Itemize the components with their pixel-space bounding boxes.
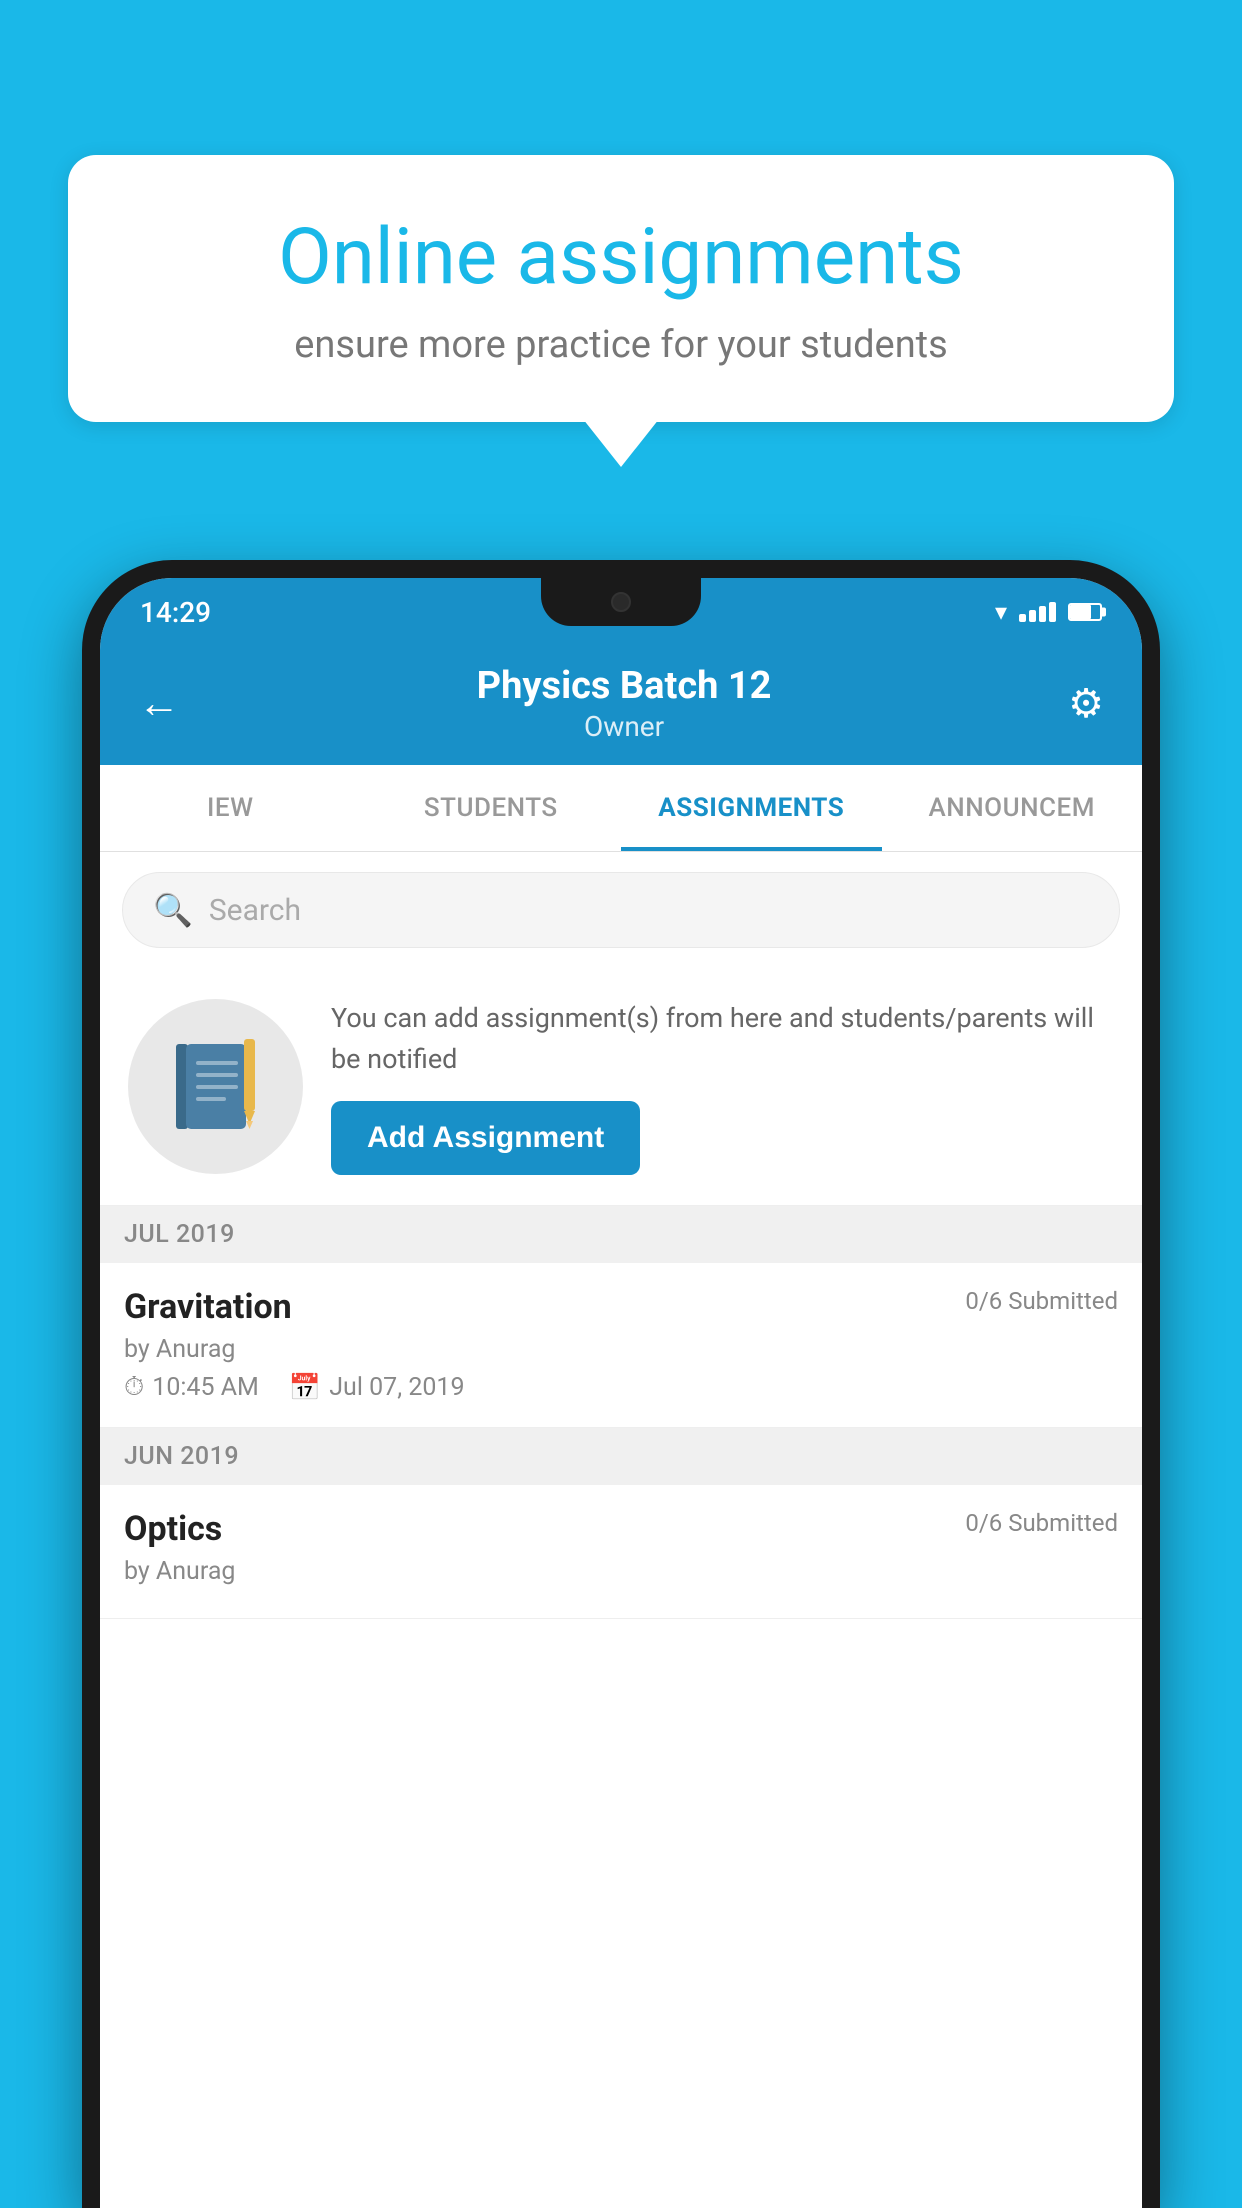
assignment-time-gravitation: 10:45 AM — [152, 1373, 259, 1402]
tab-students-label: STUDENTS — [424, 793, 558, 823]
camera-notch — [611, 592, 631, 612]
batch-title: Physics Batch 12 — [477, 664, 772, 708]
assignment-submitted-gravitation: 0/6 Submitted — [965, 1287, 1118, 1315]
tab-iew-label: IEW — [207, 793, 253, 823]
tab-assignments[interactable]: ASSIGNMENTS — [621, 765, 882, 851]
add-assignment-button[interactable]: Add Assignment — [331, 1101, 640, 1175]
tab-assignments-label: ASSIGNMENTS — [658, 793, 844, 823]
search-placeholder: Search — [209, 893, 301, 928]
phone-frame: 14:29 ▾ ← Physics Batch 12 — [82, 560, 1160, 2208]
assignment-item-gravitation[interactable]: Gravitation 0/6 Submitted by Anurag ⏱ 10… — [100, 1263, 1142, 1428]
search-icon: 🔍 — [153, 891, 193, 929]
meta-date-gravitation: 📅 Jul 07, 2019 — [289, 1373, 465, 1403]
settings-button[interactable]: ⚙ — [1068, 680, 1104, 727]
tab-announcements[interactable]: ANNOUNCEM — [882, 765, 1143, 851]
promo-text-section: You can add assignment(s) from here and … — [331, 998, 1114, 1175]
section-header-jun: JUN 2019 — [100, 1428, 1142, 1485]
back-button[interactable]: ← — [138, 679, 180, 728]
speech-bubble-subtitle: ensure more practice for your students — [138, 323, 1104, 367]
assignment-row-top: Gravitation 0/6 Submitted — [124, 1287, 1118, 1327]
clock-icon: ⏱ — [124, 1372, 144, 1403]
promo-description: You can add assignment(s) from here and … — [331, 998, 1114, 1079]
tab-announcements-label: ANNOUNCEM — [929, 793, 1095, 823]
app-header: ← Physics Batch 12 Owner ⚙ — [100, 646, 1142, 765]
assignment-item-optics[interactable]: Optics 0/6 Submitted by Anurag — [100, 1485, 1142, 1619]
signal-icon — [1019, 602, 1056, 622]
speech-bubble: Online assignments ensure more practice … — [68, 155, 1174, 422]
assignment-author-gravitation: by Anurag — [124, 1335, 1118, 1364]
assignment-row-top-optics: Optics 0/6 Submitted — [124, 1509, 1118, 1549]
speech-bubble-section: Online assignments ensure more practice … — [68, 155, 1174, 422]
assignment-title-gravitation: Gravitation — [124, 1287, 292, 1327]
notch — [541, 578, 701, 626]
assignment-meta-gravitation: ⏱ 10:45 AM 📅 Jul 07, 2019 — [124, 1372, 1118, 1403]
promo-section: You can add assignment(s) from here and … — [100, 968, 1142, 1206]
assignment-title-optics: Optics — [124, 1509, 222, 1549]
content-area: 🔍 Search — [100, 852, 1142, 2208]
meta-time-gravitation: ⏱ 10:45 AM — [124, 1372, 259, 1403]
assignment-date-gravitation: Jul 07, 2019 — [329, 1373, 464, 1402]
tab-students[interactable]: STUDENTS — [361, 765, 622, 851]
tabs-bar: IEW STUDENTS ASSIGNMENTS ANNOUNCEM — [100, 765, 1142, 852]
status-bar: 14:29 ▾ — [100, 578, 1142, 646]
batch-subtitle: Owner — [477, 710, 772, 743]
promo-icon-circle — [128, 999, 303, 1174]
tab-iew[interactable]: IEW — [100, 765, 361, 851]
calendar-icon: 📅 — [289, 1373, 321, 1403]
status-time: 14:29 — [140, 596, 211, 629]
section-header-jul: JUL 2019 — [100, 1206, 1142, 1263]
assignment-submitted-optics: 0/6 Submitted — [965, 1509, 1118, 1537]
notebook-icon — [176, 1039, 256, 1134]
wifi-icon: ▾ — [995, 598, 1007, 626]
battery-icon — [1068, 603, 1102, 621]
phone-inner: 14:29 ▾ ← Physics Batch 12 — [100, 578, 1142, 2208]
header-center: Physics Batch 12 Owner — [477, 664, 772, 743]
search-bar[interactable]: 🔍 Search — [122, 872, 1120, 948]
search-bar-container: 🔍 Search — [100, 852, 1142, 968]
speech-bubble-title: Online assignments — [138, 215, 1104, 301]
status-icons: ▾ — [995, 598, 1102, 626]
assignment-author-optics: by Anurag — [124, 1557, 1118, 1586]
